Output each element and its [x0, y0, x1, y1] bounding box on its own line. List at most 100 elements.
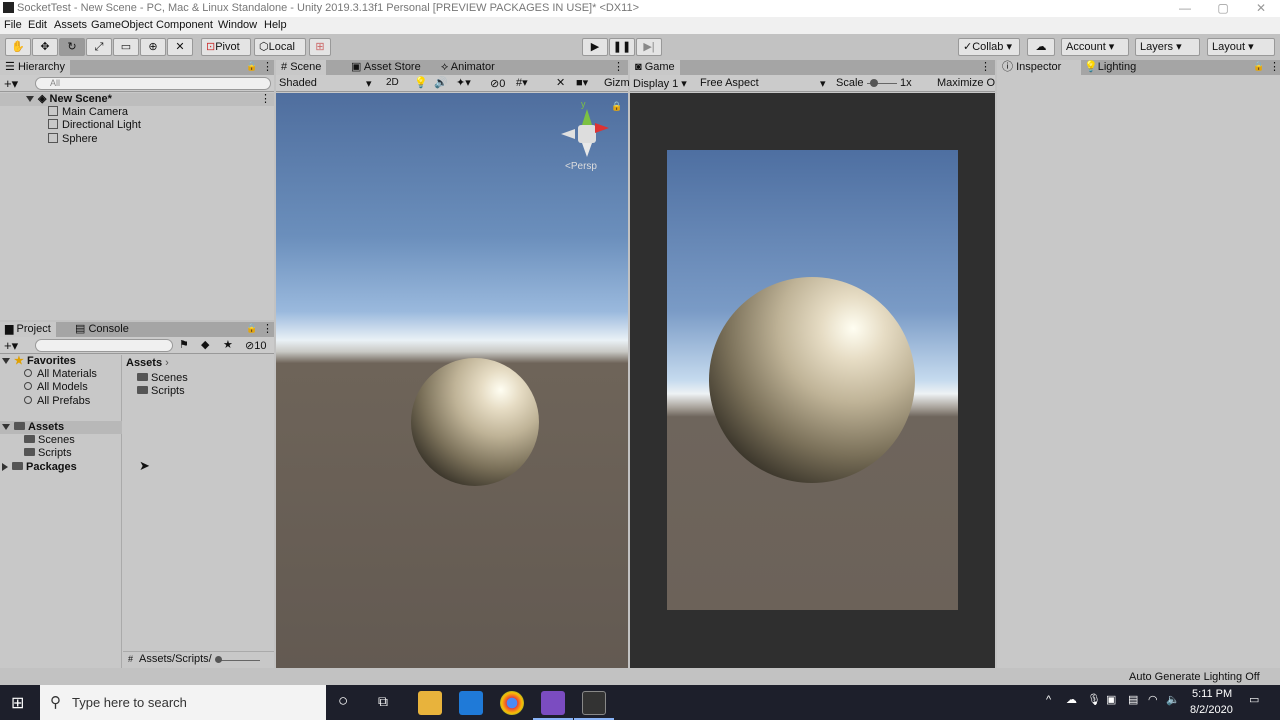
- hidden-count[interactable]: ⊘10: [245, 339, 266, 352]
- keyboard-icon[interactable]: ▤: [1128, 693, 1138, 706]
- scene-row[interactable]: ◈ New Scene* ⋮: [0, 93, 274, 106]
- mail-icon[interactable]: [459, 691, 483, 715]
- close-icon[interactable]: ✕: [1241, 0, 1280, 16]
- gizmo-neg-x-axis[interactable]: [561, 129, 575, 139]
- tab-asset-store[interactable]: ▣ Asset Store: [346, 60, 426, 75]
- aspect-chevron-icon[interactable]: ▾: [820, 77, 826, 90]
- layout-dropdown[interactable]: Layout ▾: [1207, 38, 1275, 56]
- action-center-icon[interactable]: ▭: [1249, 693, 1259, 706]
- hierarchy-search-input[interactable]: All: [35, 77, 271, 90]
- gizmo-x-axis[interactable]: [595, 123, 609, 133]
- windows-start-icon[interactable]: ⊞: [11, 693, 24, 713]
- layers-dropdown[interactable]: Layers ▾: [1135, 38, 1200, 56]
- aspect-dropdown[interactable]: Free Aspect: [700, 77, 759, 89]
- task-view-icon[interactable]: ⧉: [378, 693, 388, 710]
- pivot-button[interactable]: ⊡Pivot: [201, 38, 251, 56]
- taskbar-search-input[interactable]: Type here to search: [40, 685, 326, 720]
- expand-icon[interactable]: [2, 358, 10, 365]
- visual-studio-icon[interactable]: [541, 691, 565, 715]
- tools-icon[interactable]: ✕: [556, 76, 565, 89]
- scene-orientation-gizmo[interactable]: y <Persp 🔒: [561, 99, 622, 172]
- account-dropdown[interactable]: Account ▾: [1061, 38, 1129, 56]
- chrome-icon[interactable]: [500, 691, 524, 715]
- hidden-objects-counter[interactable]: ⊘0: [490, 77, 505, 90]
- microphone-icon[interactable]: 🎙: [1087, 693, 1101, 706]
- gizmo-lock-icon[interactable]: 🔒: [611, 101, 622, 112]
- tab-inspector[interactable]: ⓘ Inspector: [997, 60, 1081, 75]
- collapse-icon[interactable]: [2, 463, 8, 472]
- project-search-input[interactable]: [35, 339, 173, 352]
- notification-tray-icon[interactable]: ▣: [1106, 693, 1116, 706]
- custom-tool-icon[interactable]: ✕: [167, 38, 193, 56]
- assets-tree-row[interactable]: Assets: [0, 421, 122, 434]
- scale-slider-thumb[interactable]: [870, 79, 878, 87]
- search-by-type-icon[interactable]: ⚑: [179, 338, 189, 351]
- shading-mode-dropdown[interactable]: Shaded: [279, 77, 317, 89]
- lighting-toggle-icon[interactable]: 💡: [414, 76, 428, 89]
- maximize-on-play-toggle[interactable]: Maximize O: [937, 77, 995, 89]
- tree-folder-scripts[interactable]: Scripts: [24, 447, 72, 460]
- scene-viewport[interactable]: y <Persp 🔒: [276, 93, 628, 668]
- panel-menu-icon[interactable]: ⋮: [980, 60, 991, 73]
- favorite-star-icon[interactable]: ★: [223, 338, 233, 351]
- chevron-down-icon[interactable]: ▾: [366, 77, 372, 90]
- tree-folder-scenes[interactable]: Scenes: [24, 434, 75, 447]
- gizmos-dropdown[interactable]: Gizm: [604, 77, 630, 89]
- minimize-icon[interactable]: —: [1165, 0, 1205, 16]
- cortana-icon[interactable]: ○: [338, 691, 348, 711]
- menu-window[interactable]: Window: [218, 19, 257, 31]
- tab-lighting[interactable]: 💡Lighting: [1079, 60, 1141, 75]
- expand-icon[interactable]: [26, 96, 34, 103]
- grid-snap-icon[interactable]: ⊞: [309, 38, 331, 56]
- gizmo-neg-y-axis[interactable]: [582, 143, 592, 157]
- hierarchy-item-directional-light[interactable]: Directional Light: [48, 119, 141, 132]
- audio-toggle-icon[interactable]: 🔊: [434, 76, 448, 89]
- file-explorer-icon[interactable]: [418, 691, 442, 715]
- panel-menu-icon[interactable]: ⋮: [613, 60, 624, 73]
- local-button[interactable]: ⬡Local: [254, 38, 306, 56]
- gizmo-y-axis[interactable]: [582, 109, 592, 125]
- favorites-row[interactable]: ★ Favorites: [2, 355, 76, 368]
- unity-app-icon[interactable]: [582, 691, 606, 715]
- menu-help[interactable]: Help: [264, 19, 287, 31]
- tab-hierarchy[interactable]: ☰ Hierarchy: [0, 60, 71, 75]
- hierarchy-item-sphere[interactable]: Sphere: [48, 133, 97, 146]
- menu-edit[interactable]: Edit: [28, 19, 47, 31]
- menu-assets[interactable]: Assets: [54, 19, 87, 31]
- transform-tool-icon[interactable]: ⊕: [140, 38, 166, 56]
- sphere-object[interactable]: [411, 358, 539, 486]
- clock-time[interactable]: 5:11 PM: [1192, 688, 1232, 700]
- create-dropdown[interactable]: +▾: [4, 76, 18, 92]
- step-button[interactable]: ▶|: [636, 38, 662, 56]
- favorite-all-models[interactable]: All Models: [24, 381, 88, 394]
- slider-thumb[interactable]: [215, 656, 222, 663]
- hierarchy-item-main-camera[interactable]: Main Camera: [48, 106, 128, 119]
- game-viewport[interactable]: [667, 150, 958, 610]
- perspective-label[interactable]: <Persp: [565, 161, 597, 172]
- move-tool-icon[interactable]: ✥: [32, 38, 58, 56]
- panel-menu-icon[interactable]: ⋮: [262, 60, 273, 73]
- tab-game[interactable]: ◙ Game: [630, 60, 680, 75]
- status-message[interactable]: Auto Generate Lighting Off: [1129, 671, 1260, 683]
- project-breadcrumb[interactable]: Assets ›: [126, 357, 169, 370]
- grid-toggle-icon[interactable]: #▾: [516, 76, 528, 89]
- rect-tool-icon[interactable]: ▭: [113, 38, 139, 56]
- play-button[interactable]: ▶: [582, 38, 608, 56]
- clock-date[interactable]: 8/2/2020: [1190, 704, 1233, 716]
- menu-file[interactable]: File: [4, 19, 22, 31]
- panel-menu-icon[interactable]: ⋮: [1269, 60, 1280, 73]
- tab-animator[interactable]: ⟡ Animator: [436, 60, 500, 75]
- wifi-icon[interactable]: ◠: [1148, 693, 1158, 706]
- onedrive-icon[interactable]: ☁: [1066, 693, 1077, 706]
- icon-size-slider[interactable]: [218, 660, 260, 661]
- panel-menu-icon[interactable]: ⋮: [262, 322, 273, 335]
- scene-menu-icon[interactable]: ⋮: [260, 93, 271, 106]
- tray-chevron-icon[interactable]: ^: [1046, 694, 1051, 706]
- pause-button[interactable]: ❚❚: [609, 38, 635, 56]
- maximize-icon[interactable]: ▢: [1203, 0, 1243, 16]
- display-dropdown[interactable]: Display 1 ▾: [633, 77, 687, 90]
- toggle-2d-button[interactable]: 2D: [386, 77, 399, 88]
- gizmo-center[interactable]: [578, 125, 596, 143]
- create-dropdown[interactable]: +▾: [4, 338, 18, 354]
- scale-tool-icon[interactable]: ⤢: [86, 38, 112, 56]
